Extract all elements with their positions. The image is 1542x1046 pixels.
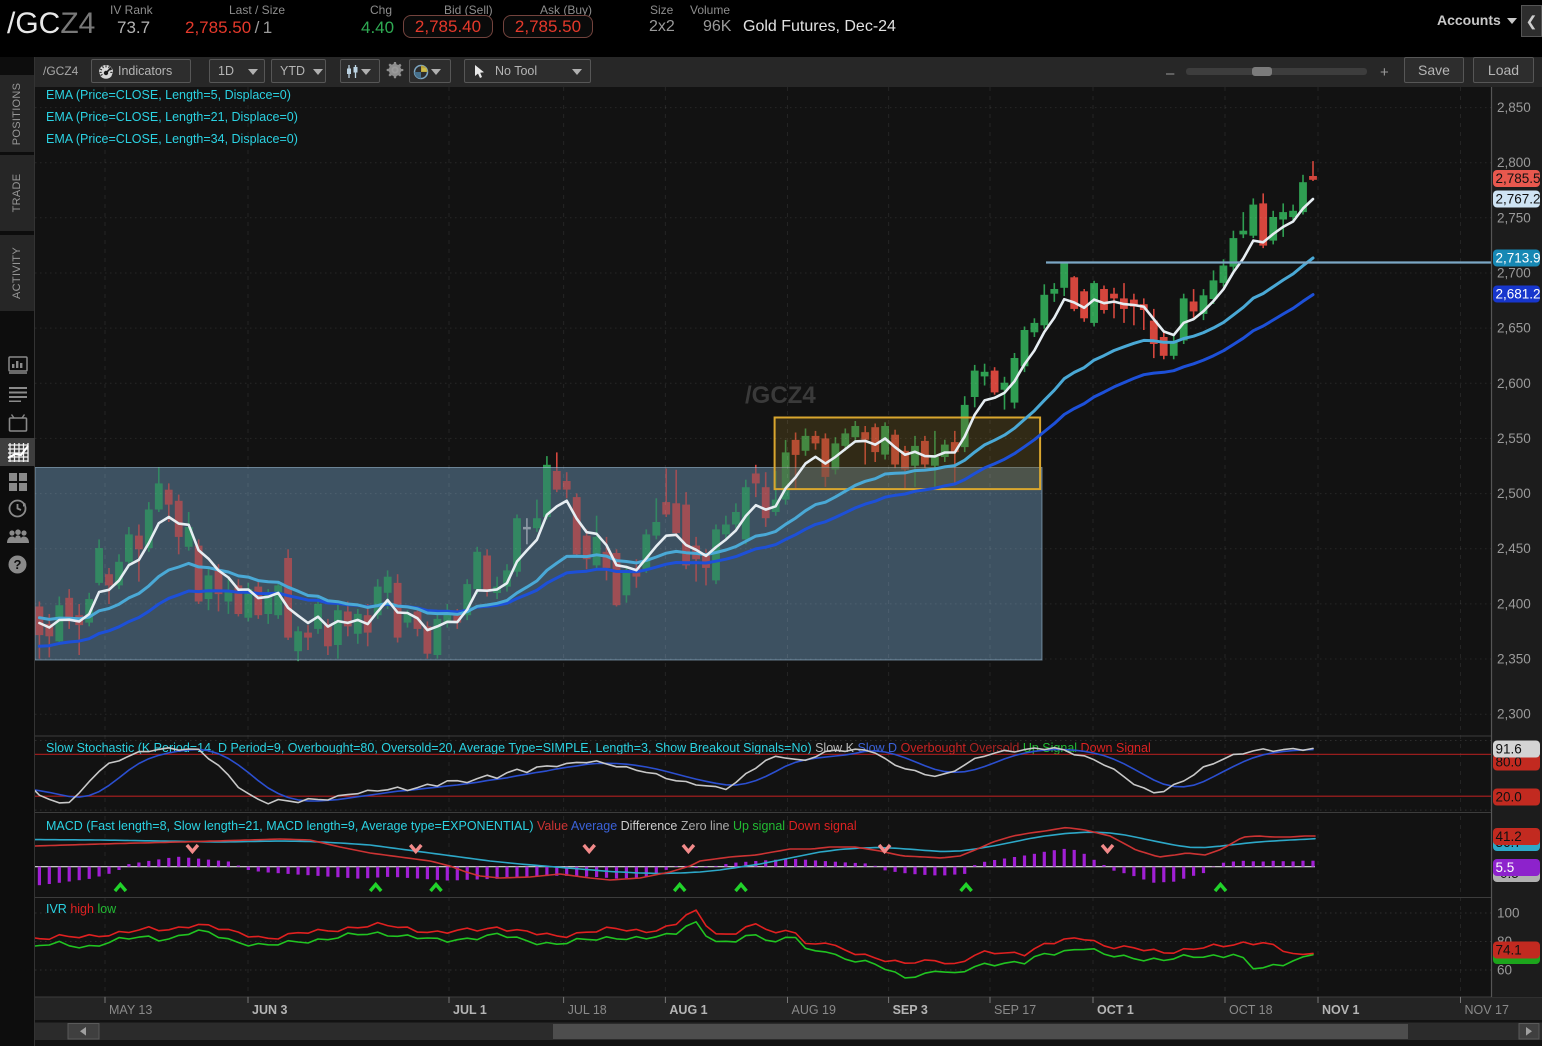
svg-text:74.1: 74.1 [1496, 943, 1522, 958]
svg-text:SEP 17: SEP 17 [994, 1003, 1036, 1017]
svg-text:MAY 13: MAY 13 [109, 1003, 152, 1017]
svg-text:AUG 19: AUG 19 [792, 1003, 837, 1017]
svg-text:EMA (Price=CLOSE, Length=5, Di: EMA (Price=CLOSE, Length=5, Displace=0) [46, 88, 291, 102]
svg-text:100: 100 [1497, 906, 1520, 921]
svg-text:2,767.2: 2,767.2 [1496, 192, 1541, 207]
svg-text:OCT 1: OCT 1 [1097, 1003, 1134, 1017]
svg-text:2,600: 2,600 [1497, 376, 1531, 391]
svg-text:2,785.5: 2,785.5 [1496, 171, 1541, 186]
svg-text:2,750: 2,750 [1497, 210, 1531, 225]
svg-text:2,550: 2,550 [1497, 431, 1531, 446]
svg-text:2,681.2: 2,681.2 [1496, 287, 1541, 302]
svg-text:2,800: 2,800 [1497, 155, 1531, 170]
svg-text:OCT 18: OCT 18 [1229, 1003, 1273, 1017]
svg-text:41.2: 41.2 [1496, 829, 1522, 844]
svg-text:Slow Stochastic (K Period=14,: Slow Stochastic (K Period=14, D Period=9… [46, 741, 1151, 755]
svg-text:MACD (Fast length=8, Slow leng: MACD (Fast length=8, Slow length=21, MAC… [46, 819, 857, 833]
svg-text:NOV 1: NOV 1 [1322, 1003, 1360, 1017]
svg-text:2,850: 2,850 [1497, 100, 1531, 115]
svg-text:91.6: 91.6 [1496, 742, 1522, 757]
svg-text:SEP 3: SEP 3 [893, 1003, 928, 1017]
svg-text:2,500: 2,500 [1497, 486, 1531, 501]
svg-text:5.5: 5.5 [1496, 860, 1515, 875]
svg-text:JUL 1: JUL 1 [453, 1003, 487, 1017]
svg-text:60: 60 [1497, 963, 1512, 978]
svg-text:AUG 1: AUG 1 [669, 1003, 707, 1017]
svg-text:JUN 3: JUN 3 [252, 1003, 287, 1017]
svg-text:?: ? [14, 557, 22, 572]
svg-text:2,713.9: 2,713.9 [1496, 251, 1541, 266]
svg-text:JUL 18: JUL 18 [568, 1003, 607, 1017]
svg-text:/GCZ4: /GCZ4 [745, 382, 816, 409]
svg-text:EMA (Price=CLOSE, Length=34, D: EMA (Price=CLOSE, Length=34, Displace=0) [46, 132, 298, 146]
svg-text:2,450: 2,450 [1497, 541, 1531, 556]
svg-text:2,650: 2,650 [1497, 321, 1531, 336]
svg-text:2,350: 2,350 [1497, 652, 1531, 667]
svg-text:NOV 17: NOV 17 [1465, 1003, 1510, 1017]
svg-text:2,400: 2,400 [1497, 596, 1531, 611]
svg-text:EMA (Price=CLOSE, Length=21, D: EMA (Price=CLOSE, Length=21, Displace=0) [46, 110, 298, 124]
svg-text:20.0: 20.0 [1496, 790, 1522, 805]
svg-text:2,700: 2,700 [1497, 266, 1531, 281]
svg-text:IVR high low: IVR high low [46, 902, 117, 916]
svg-text:2,300: 2,300 [1497, 707, 1531, 722]
